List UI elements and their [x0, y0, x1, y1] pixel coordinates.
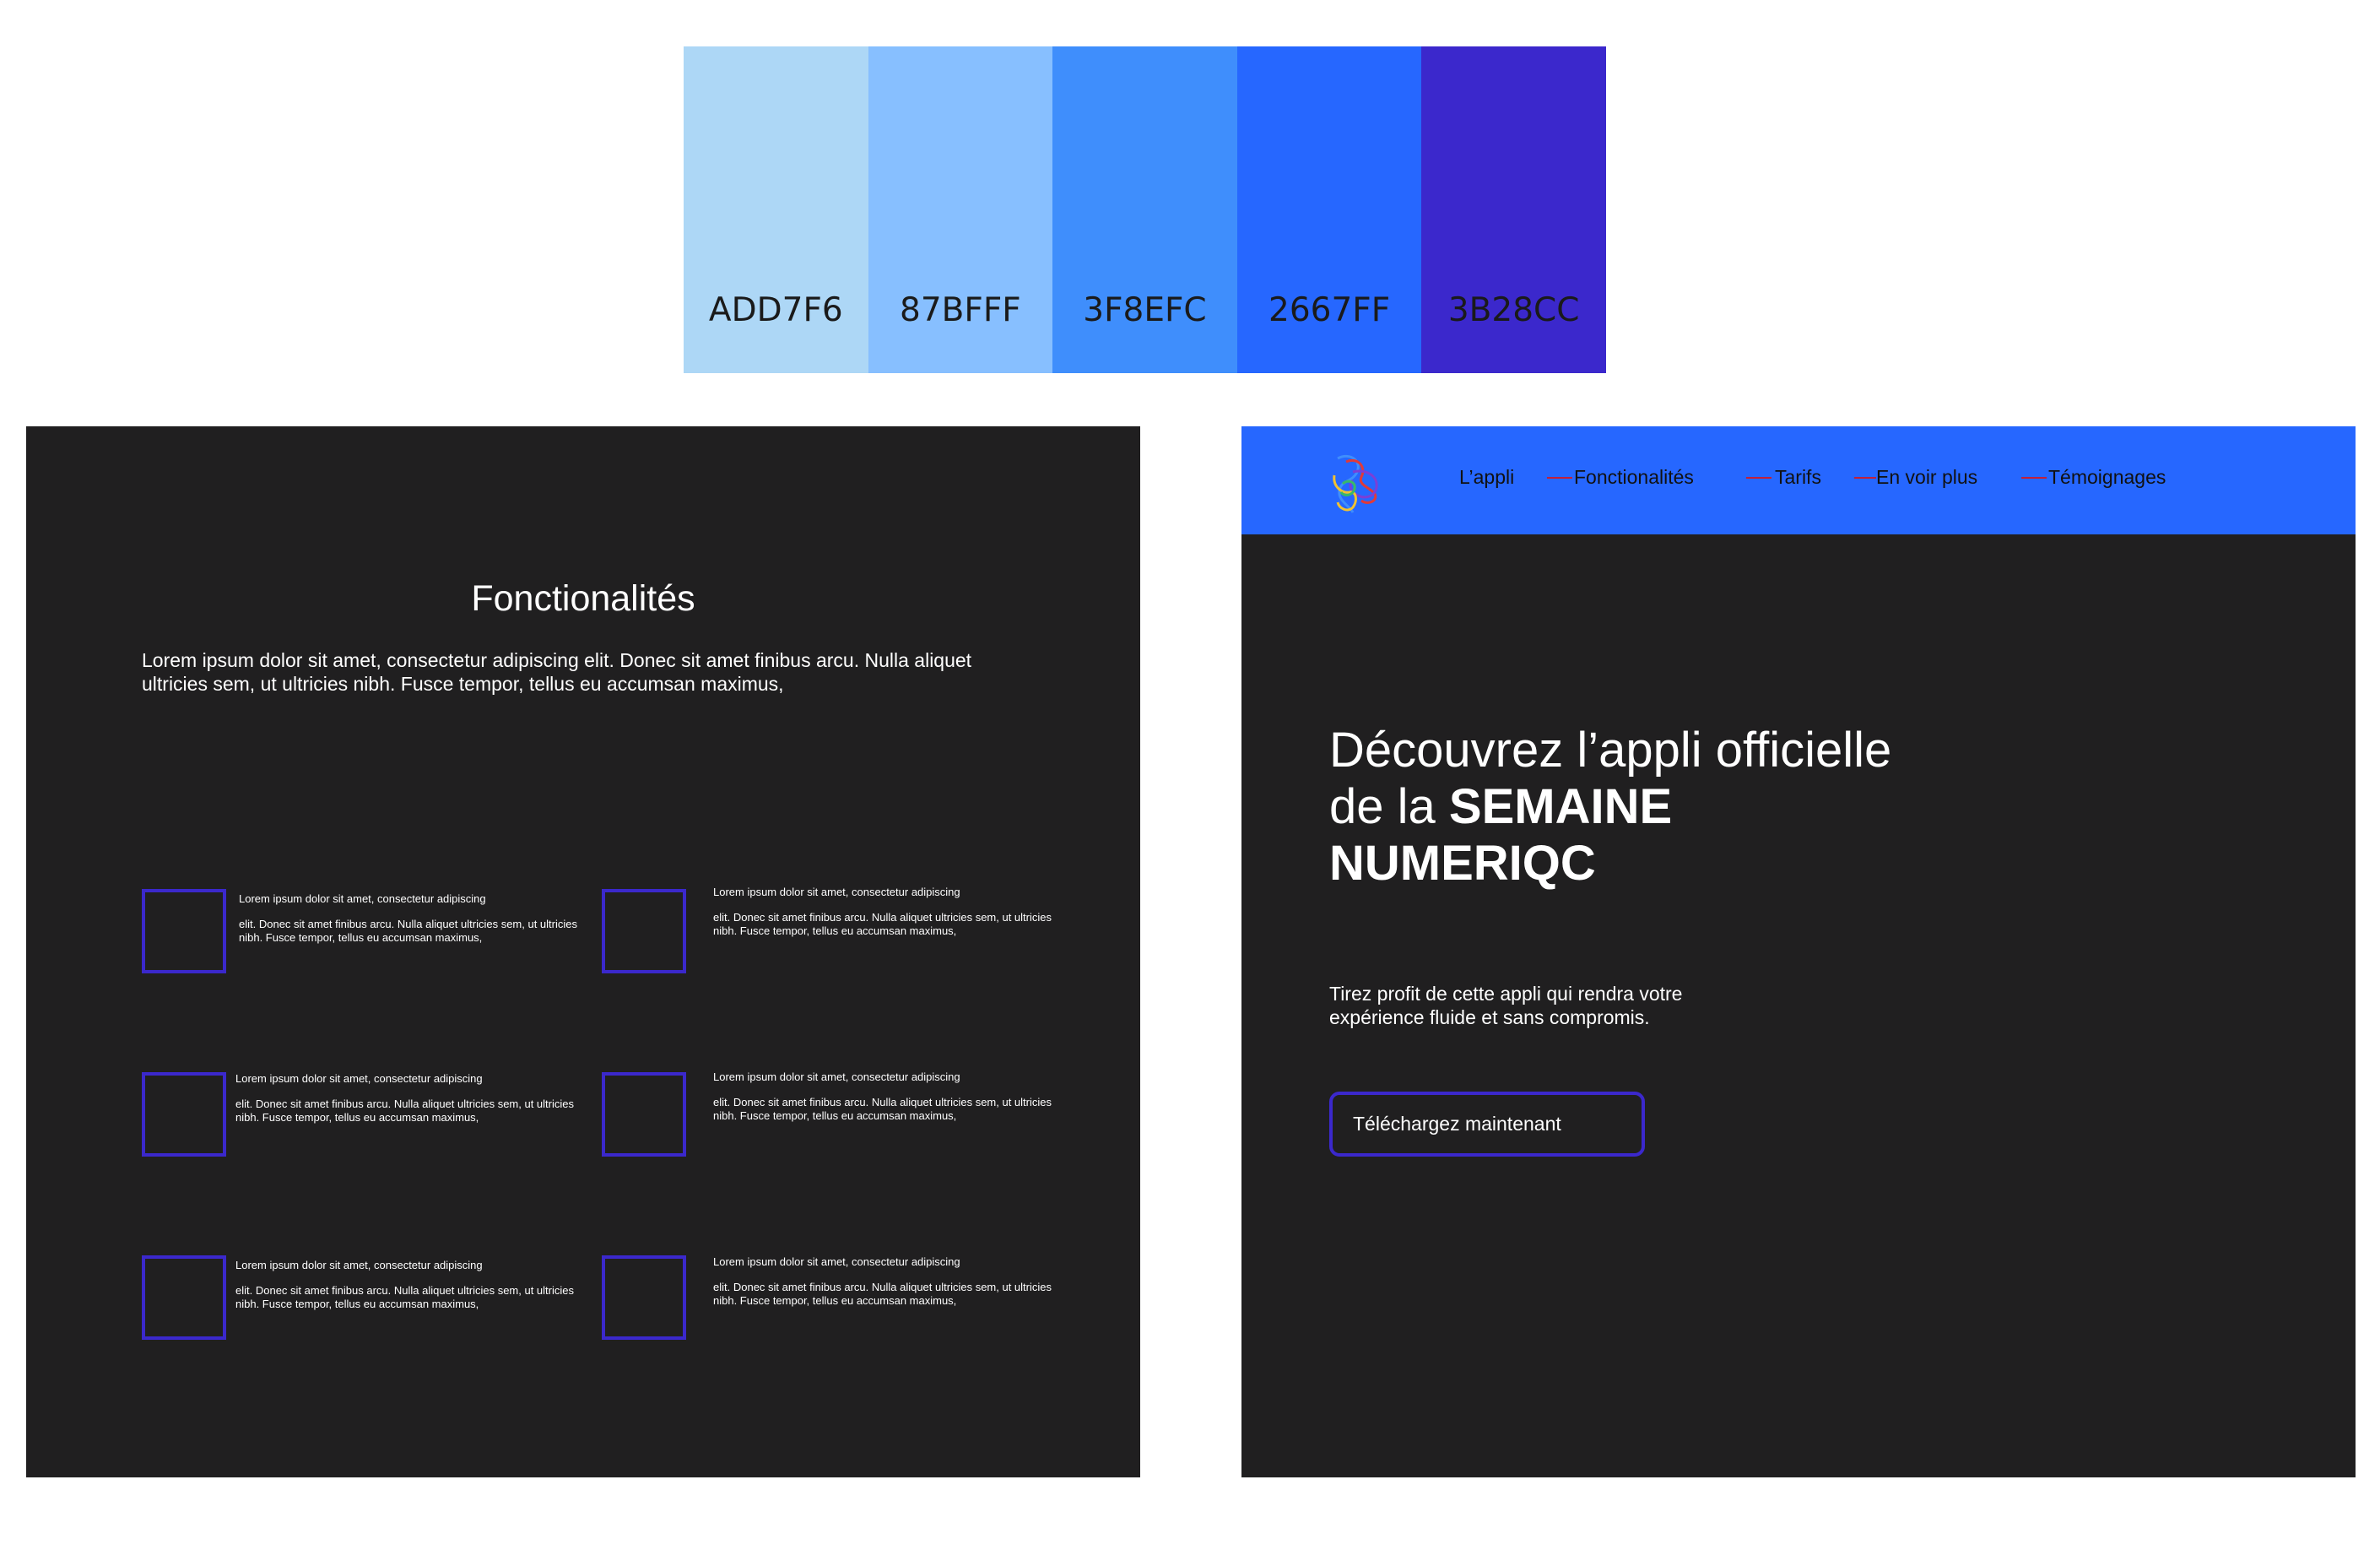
- nav-item-lappli[interactable]: L’appli: [1459, 466, 1514, 489]
- feature-icon-placeholder: [142, 889, 226, 973]
- feature-text: Lorem ipsum dolor sit amet, consectetur …: [239, 892, 585, 945]
- feature-text: Lorem ipsum dolor sit amet, consectetur …: [713, 1070, 1059, 1123]
- feature-icon-placeholder: [602, 1072, 686, 1157]
- multicolor-outline-heads-icon[interactable]: [1328, 450, 1387, 518]
- feature-item: Lorem ipsum dolor sit amet, consectetur …: [142, 889, 589, 973]
- top-navbar: L’appli Fonctionalités Tarifs En voir pl…: [1241, 426, 2356, 534]
- color-swatch: 2667FF: [1236, 46, 1422, 373]
- feature-icon-placeholder: [142, 1255, 226, 1340]
- color-palette: ADD7F6 87BFFF 3F8EFC 2667FF 3B28CC: [684, 46, 1606, 373]
- nav-divider: [1746, 477, 1771, 479]
- feature-icon-placeholder: [602, 1255, 686, 1340]
- hero-title: Découvrez l’appli officielle de la SEMAI…: [1329, 722, 1920, 892]
- features-title: Fonctionalités: [471, 578, 695, 619]
- feature-body: elit. Donec sit amet finibus arcu. Nulla…: [235, 1097, 574, 1124]
- feature-item: Lorem ipsum dolor sit amet, consectetur …: [602, 1255, 1052, 1340]
- nav-divider: [1547, 477, 1572, 479]
- feature-heading: Lorem ipsum dolor sit amet, consectetur …: [235, 1072, 483, 1085]
- color-swatch: 3F8EFC: [1052, 46, 1237, 373]
- nav-item-temoignages[interactable]: Témoignages: [2048, 466, 2166, 489]
- feature-heading: Lorem ipsum dolor sit amet, consectetur …: [713, 886, 960, 898]
- nav-item-fonctionalites[interactable]: Fonctionalités: [1574, 466, 1694, 489]
- feature-item: Lorem ipsum dolor sit amet, consectetur …: [142, 1255, 589, 1340]
- feature-text: Lorem ipsum dolor sit amet, consectetur …: [235, 1072, 581, 1125]
- feature-text: Lorem ipsum dolor sit amet, consectetur …: [235, 1259, 581, 1311]
- feature-icon-placeholder: [602, 889, 686, 973]
- swatch-code: 87BFFF: [900, 291, 1021, 329]
- landing-panel: L’appli Fonctionalités Tarifs En voir pl…: [1241, 426, 2356, 1477]
- features-intro: Lorem ipsum dolor sit amet, consectetur …: [142, 649, 972, 695]
- feature-text: Lorem ipsum dolor sit amet, consectetur …: [713, 886, 1059, 938]
- feature-item: Lorem ipsum dolor sit amet, consectetur …: [142, 1072, 589, 1157]
- feature-body: elit. Donec sit amet finibus arcu. Nulla…: [713, 1281, 1052, 1307]
- swatch-code: ADD7F6: [708, 291, 843, 329]
- color-swatch: 3B28CC: [1421, 46, 1606, 373]
- color-swatch: ADD7F6: [684, 46, 868, 373]
- nav-divider: [2021, 477, 2047, 479]
- nav-item-en-voir-plus[interactable]: En voir plus: [1876, 466, 1977, 489]
- feature-body: elit. Donec sit amet finibus arcu. Nulla…: [713, 1096, 1052, 1122]
- feature-heading: Lorem ipsum dolor sit amet, consectetur …: [235, 1259, 483, 1271]
- swatch-code: 3B28CC: [1447, 291, 1580, 329]
- download-now-button[interactable]: Téléchargez maintenant: [1329, 1092, 1645, 1157]
- feature-heading: Lorem ipsum dolor sit amet, consectetur …: [239, 892, 486, 905]
- color-swatch: 87BFFF: [868, 46, 1053, 373]
- feature-heading: Lorem ipsum dolor sit amet, consectetur …: [713, 1070, 960, 1083]
- feature-body: elit. Donec sit amet finibus arcu. Nulla…: [239, 918, 577, 944]
- feature-icon-placeholder: [142, 1072, 226, 1157]
- feature-heading: Lorem ipsum dolor sit amet, consectetur …: [713, 1255, 960, 1268]
- hero-subtitle: Tirez profit de cette appli qui rendra v…: [1329, 983, 1683, 1028]
- feature-body: elit. Donec sit amet finibus arcu. Nulla…: [713, 911, 1052, 937]
- feature-body: elit. Donec sit amet finibus arcu. Nulla…: [235, 1284, 574, 1310]
- feature-item: Lorem ipsum dolor sit amet, consectetur …: [602, 1070, 1052, 1157]
- features-panel: Fonctionalités Lorem ipsum dolor sit ame…: [26, 426, 1140, 1477]
- feature-text: Lorem ipsum dolor sit amet, consectetur …: [713, 1255, 1059, 1308]
- swatch-code: 3F8EFC: [1083, 291, 1207, 329]
- nav-item-tarifs[interactable]: Tarifs: [1775, 466, 1821, 489]
- nav-divider: [1854, 477, 1876, 479]
- swatch-code: 2667FF: [1268, 291, 1391, 329]
- feature-item: Lorem ipsum dolor sit amet, consectetur …: [602, 886, 1052, 973]
